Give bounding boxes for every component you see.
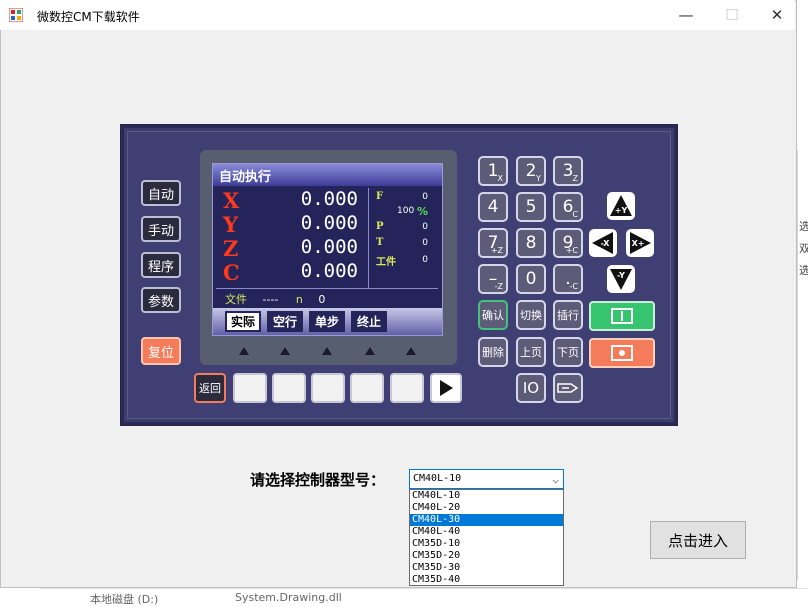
axis-value-z: 0.000 (300, 236, 358, 258)
chevron-down-icon[interactable]: ⌵ (552, 471, 559, 489)
key-0: 0 (516, 264, 546, 294)
background-text-fragment: 选 (799, 220, 808, 233)
n-value: 0 (318, 293, 326, 306)
softkey-actual: 实际 (225, 311, 261, 332)
function-key-blank (390, 373, 424, 403)
cycle-start-button (589, 301, 655, 331)
stat-value-t: 0 (422, 238, 428, 248)
dropdown-option[interactable]: CM35D-10 (410, 538, 563, 550)
reset-button: 复位 (141, 337, 181, 365)
model-select[interactable]: CM40L-10 ⌵ (409, 469, 564, 489)
screen-divider (368, 188, 369, 288)
dropdown-option[interactable]: CM40L-40 (410, 526, 563, 538)
softkey-single-step: 单步 (309, 311, 345, 332)
side-button-auto: 自动 (141, 180, 181, 206)
minimize-button[interactable]: — (663, 0, 709, 30)
screen-divider (216, 288, 438, 289)
side-button-manual: 手动 (141, 216, 181, 242)
softkey-arrow-icon (239, 347, 249, 355)
function-key-blank (311, 373, 345, 403)
stat-value-p: 0 (422, 222, 428, 232)
play-icon (440, 380, 453, 396)
key-page-down: 下页 (553, 337, 583, 367)
dropdown-option[interactable]: CM40L-20 (410, 502, 563, 514)
softkey-arrow-icon (322, 347, 332, 355)
axis-value-x: 0.000 (300, 188, 358, 210)
key-2: 2Y (516, 156, 546, 186)
file-value: ---- (262, 293, 279, 306)
key-delete: 删除 (478, 337, 508, 367)
maximize-icon: ☐ (725, 6, 739, 24)
key-dot: . -C (553, 264, 583, 294)
key-page-up: 上页 (516, 337, 546, 367)
function-key-blank (350, 373, 384, 403)
file-row: 文件 ---- n 0 (225, 291, 325, 307)
feed-percent-unit: % (417, 205, 429, 218)
dropdown-option[interactable]: CM35D-20 (410, 550, 563, 562)
key-6: 6C (553, 192, 583, 222)
window-title: 微数控CM下载软件 (37, 10, 140, 24)
close-icon: ✕ (770, 6, 784, 24)
softkey-arrow-icon (365, 347, 375, 355)
screen-title: 自动执行 (219, 170, 272, 185)
file-label: 文件 (225, 293, 247, 306)
key-switch: 切换 (516, 300, 546, 330)
key-8: 8 (516, 228, 546, 258)
cycle-stop-button (589, 338, 655, 368)
close-button[interactable]: ✕ (754, 0, 800, 30)
enter-button[interactable]: 点击进入 (650, 521, 746, 559)
key-7: 7 +Z (478, 228, 508, 258)
stat-value-job: 0 (422, 255, 428, 265)
play-button (430, 373, 462, 403)
background-window-edge: 选 双 选 (797, 150, 808, 580)
side-button-program: 程序 (141, 252, 181, 278)
enter-arrow-icon (557, 383, 579, 393)
maximize-button[interactable]: ☐ (709, 0, 755, 30)
dropdown-option[interactable]: CM35D-30 (410, 562, 563, 574)
key-insert-line: 插行 (553, 300, 583, 330)
dropdown-option[interactable]: CM35D-40 (410, 574, 563, 586)
dropdown-option-highlighted[interactable]: CM40L-30 (410, 514, 563, 526)
background-file-label: System.Drawing.dll (235, 591, 342, 604)
model-dropdown-list[interactable]: CM40L-10 CM40L-20 CM40L-30 CM40L-40 CM35… (409, 489, 564, 586)
softkey-dry-run: 空行 (267, 311, 303, 332)
dropdown-option[interactable]: CM40L-10 (410, 490, 563, 502)
key-9: 9 +C (553, 228, 583, 258)
softkey-arrow-icon (280, 347, 290, 355)
function-key-blank (272, 373, 306, 403)
stat-value-f: 0 (422, 192, 428, 202)
key-3: 3Z (553, 156, 583, 186)
stop-icon (611, 345, 633, 361)
back-button: 返回 (194, 373, 226, 403)
key-minus: – -Z (478, 264, 508, 294)
axis-value-y: 0.000 (300, 212, 358, 234)
model-select-value: CM40L-10 (413, 473, 462, 484)
jog-down-button: -Y (607, 265, 635, 293)
minimize-icon: — (678, 6, 694, 24)
key-1: 1X (478, 156, 508, 186)
key-enter (553, 373, 583, 403)
softkey-stop: 终止 (351, 311, 387, 332)
app-icon (9, 8, 23, 22)
background-text-fragment: 双 (799, 242, 808, 255)
axis-value-c: 0.000 (300, 260, 358, 282)
jog-right-button: X+ (626, 229, 654, 257)
softkey-arrow-icon (406, 347, 416, 355)
background-explorer-row: 本地磁盘 (D:) System.Drawing.dll (40, 588, 808, 606)
background-text-fragment: 选 (799, 264, 808, 277)
start-icon (611, 308, 633, 324)
jog-up-button: +Y (607, 192, 635, 220)
model-select-label: 请选择控制器型号： (250, 471, 386, 489)
key-io: IO (516, 373, 546, 403)
n-label: n (295, 293, 303, 306)
key-4: 4 (478, 192, 508, 222)
key-confirm: 确认 (478, 300, 508, 330)
side-button-params: 参数 (141, 287, 181, 313)
jog-left-button: -X (589, 229, 617, 257)
key-5: 5 (516, 192, 546, 222)
feed-percent-value: 100 (397, 206, 415, 216)
function-key-blank (233, 373, 267, 403)
